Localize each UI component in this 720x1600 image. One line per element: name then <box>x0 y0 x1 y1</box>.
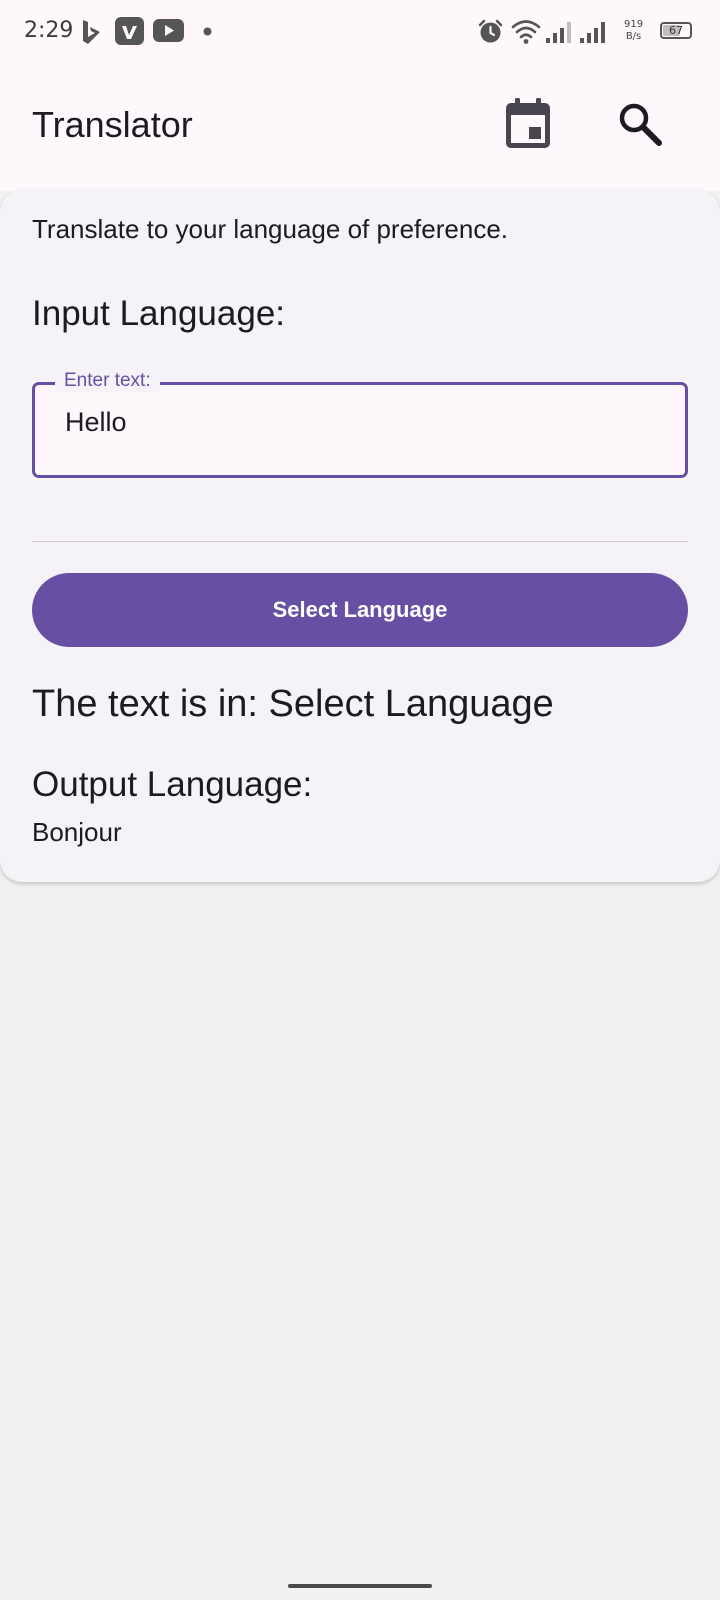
output-language-label: Output Language: <box>32 765 313 804</box>
divider <box>32 541 688 542</box>
select-language-button[interactable]: Select Language <box>32 573 688 647</box>
translator-card: Translate to your language of preference… <box>0 190 720 882</box>
battery-level: 67 <box>669 24 683 37</box>
vimeo-icon <box>115 17 144 45</box>
search-icon <box>619 103 662 146</box>
network-speed: 919 B/s <box>624 19 643 43</box>
signal-icon <box>546 22 571 43</box>
app-bar: Translator <box>0 64 720 191</box>
enter-text-field[interactable]: Enter text: Hello <box>32 370 688 478</box>
status-time: 2:29 <box>24 18 74 43</box>
youtube-icon <box>153 19 184 42</box>
intro-text: Translate to your language of preference… <box>32 214 508 244</box>
calendar-button[interactable] <box>498 94 558 154</box>
input-language-label: Input Language: <box>32 294 286 333</box>
wifi-icon <box>511 20 541 44</box>
alarm-icon <box>478 19 503 43</box>
status-bar: 2:29 919 B/s 67 <box>0 0 720 64</box>
network-speed-value: 919 <box>624 19 644 30</box>
enter-text-label: Enter text: <box>55 370 160 392</box>
network-speed-unit: B/s <box>625 31 642 42</box>
enter-text-value[interactable]: Hello <box>65 407 127 438</box>
notification-dot-icon <box>203 27 212 36</box>
app-title: Translator <box>32 104 193 145</box>
search-button[interactable] <box>610 94 670 154</box>
calendar-icon <box>506 98 550 148</box>
bing-icon <box>83 20 100 44</box>
translated-text: Bonjour <box>32 817 122 847</box>
detected-language-text: The text is in: Select Language <box>32 683 554 725</box>
battery-icon: 67 <box>660 22 692 39</box>
signal-icon <box>580 22 605 43</box>
home-indicator[interactable] <box>288 1584 432 1588</box>
